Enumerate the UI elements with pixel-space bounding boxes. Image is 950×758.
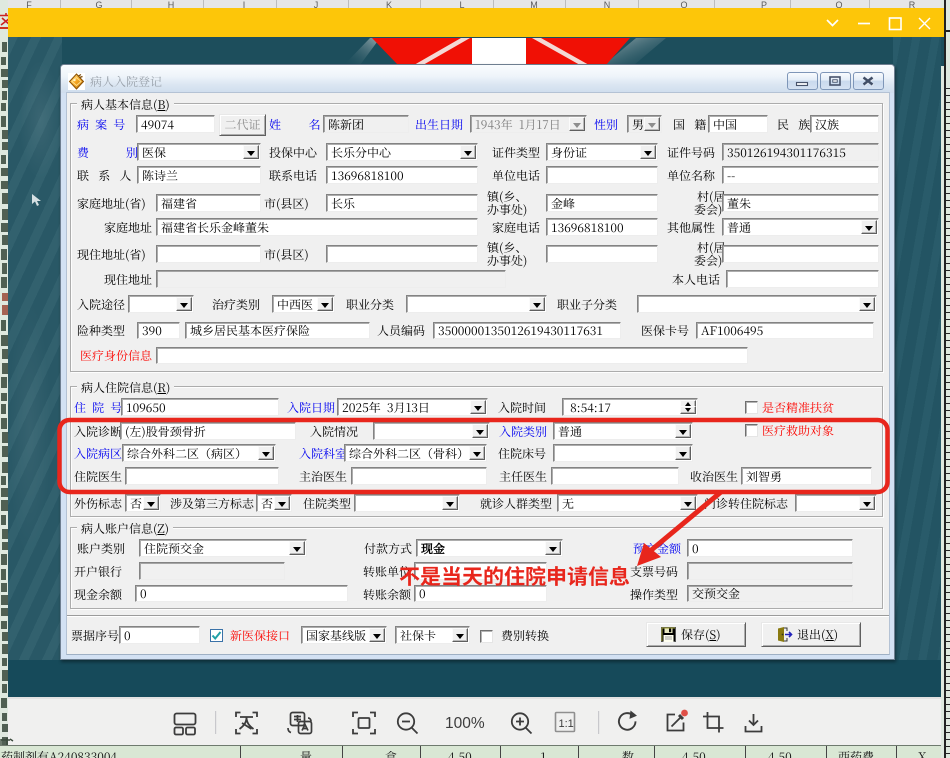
svg-text:1:1: 1:1: [559, 718, 574, 730]
svg-text:100%: 100%: [445, 715, 485, 732]
